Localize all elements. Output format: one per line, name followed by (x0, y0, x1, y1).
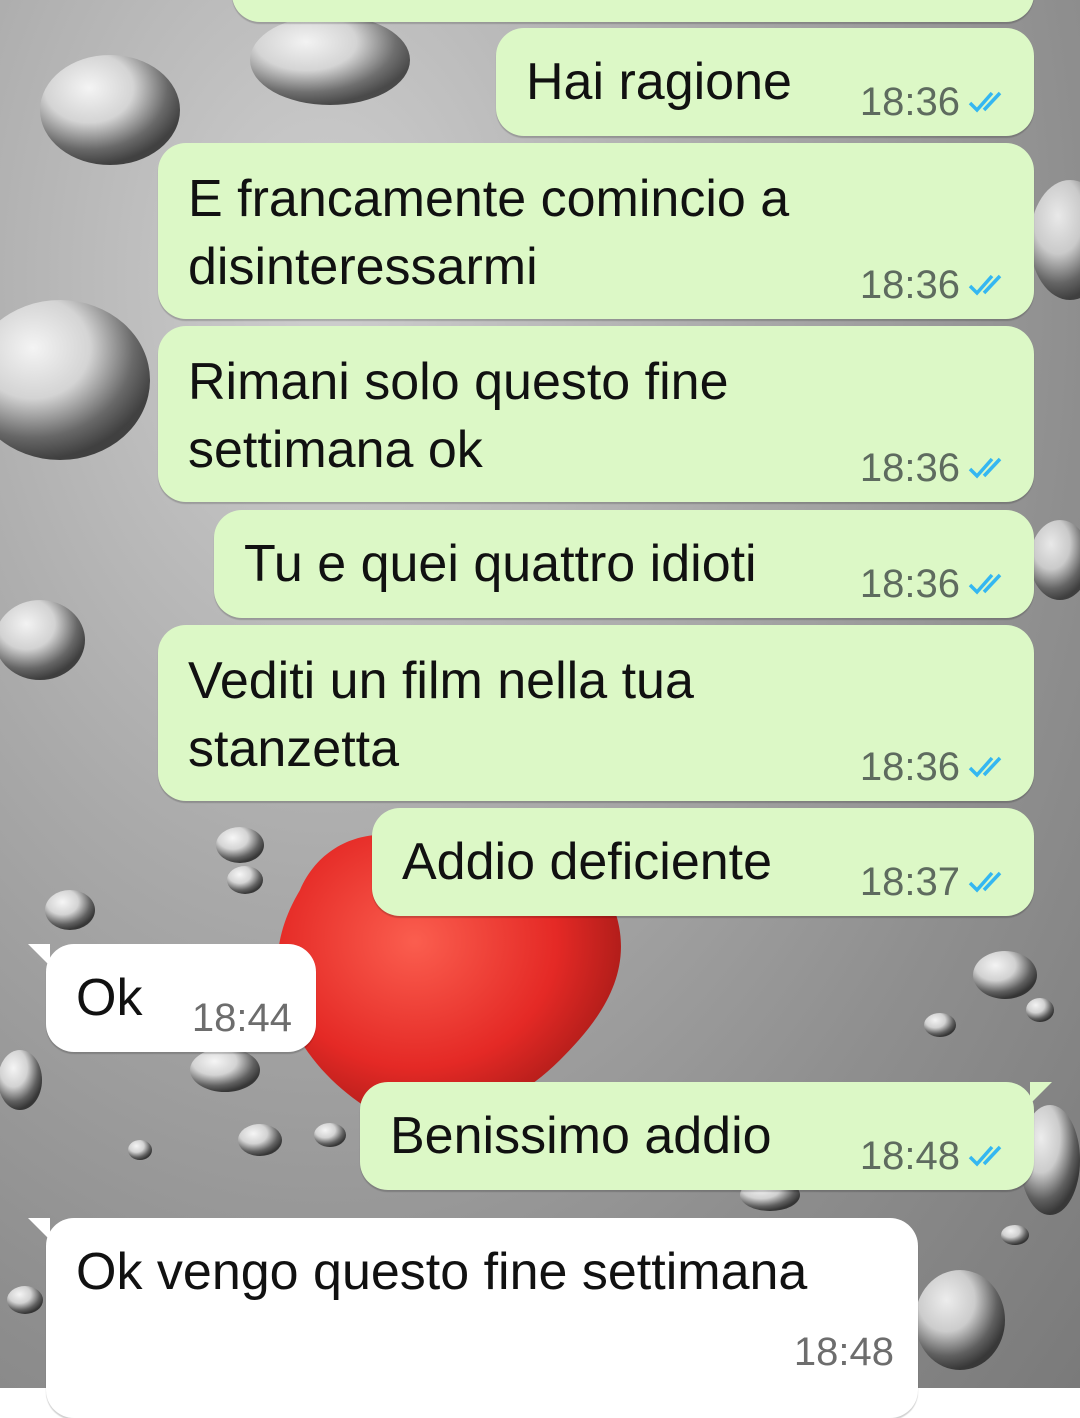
message-time: 18:37 (859, 860, 960, 904)
double-check-read-icon (968, 91, 1002, 113)
message-time: 18:36 (859, 263, 960, 307)
message-text: E francamente comincio a disinteressarmi (188, 170, 790, 296)
message-bubble-outgoing[interactable]: Hai ragione 18:36 (496, 28, 1034, 136)
message-text: Addio deficiente (402, 833, 773, 891)
double-check-read-icon (968, 274, 1002, 296)
message-meta: 18:36 (860, 560, 1012, 608)
bubble-tail (1030, 1082, 1052, 1104)
message-text: Tu e quei quattro idioti (244, 535, 757, 593)
message-bubble-outgoing[interactable]: Vediti un film nella tua stanzetta 18:36 (158, 625, 1034, 801)
message-time: 18:36 (859, 446, 960, 490)
message-text: Vediti un film nella tua stanzetta (188, 652, 694, 778)
message-time: 18:36 (859, 80, 960, 124)
message-bubble-incoming[interactable]: Ok vengo questo fine settimana 18:48 (28, 1218, 918, 1418)
message-bubble-outgoing[interactable]: Tu e quei quattro idioti 18:36 (214, 510, 1034, 618)
message-time: 18:48 (793, 1330, 894, 1374)
message-bubble-outgoing[interactable]: Benissimo addio 18:48 (360, 1082, 1052, 1190)
bubble-tail (28, 944, 50, 966)
message-time: 18:44 (191, 996, 292, 1040)
message-bubble-incoming[interactable]: Ok 18:44 (28, 944, 316, 1052)
message-time: 18:48 (859, 1134, 960, 1178)
message-text: Hai ragione (526, 53, 792, 111)
message-bubble-outgoing[interactable]: E francamente comincio a disinteressarmi… (158, 143, 1034, 319)
message-meta: 18:36 (860, 444, 1012, 492)
message-meta: 18:48 (860, 1132, 1012, 1180)
message-bubble-outgoing[interactable] (232, 0, 1034, 22)
message-text: Ok vengo questo fine settimana (76, 1243, 808, 1301)
message-time: 18:36 (859, 745, 960, 789)
bubble-tail (28, 1218, 50, 1240)
message-meta: 18:37 (860, 858, 1012, 906)
message-bubble-outgoing[interactable]: Rimani solo questo fine settimana ok 18:… (158, 326, 1034, 502)
message-time: 18:36 (859, 562, 960, 606)
message-meta: 18:36 (860, 261, 1012, 309)
message-list[interactable]: Hai ragione 18:36 E francamente comincio… (0, 0, 1080, 1418)
message-bubble-outgoing[interactable]: Addio deficiente 18:37 (372, 808, 1034, 916)
message-text: Rimani solo questo fine settimana ok (188, 353, 729, 479)
message-meta: 18:44 (192, 994, 292, 1042)
message-meta: 18:36 (860, 743, 1012, 791)
message-text: Ok (76, 969, 143, 1027)
message-meta: 18:48 (794, 1328, 894, 1376)
double-check-read-icon (968, 457, 1002, 479)
double-check-read-icon (968, 1145, 1002, 1167)
message-meta: 18:36 (860, 78, 1012, 126)
double-check-read-icon (968, 573, 1002, 595)
double-check-read-icon (968, 756, 1002, 778)
double-check-read-icon (968, 871, 1002, 893)
message-text: Benissimo addio (390, 1107, 772, 1165)
